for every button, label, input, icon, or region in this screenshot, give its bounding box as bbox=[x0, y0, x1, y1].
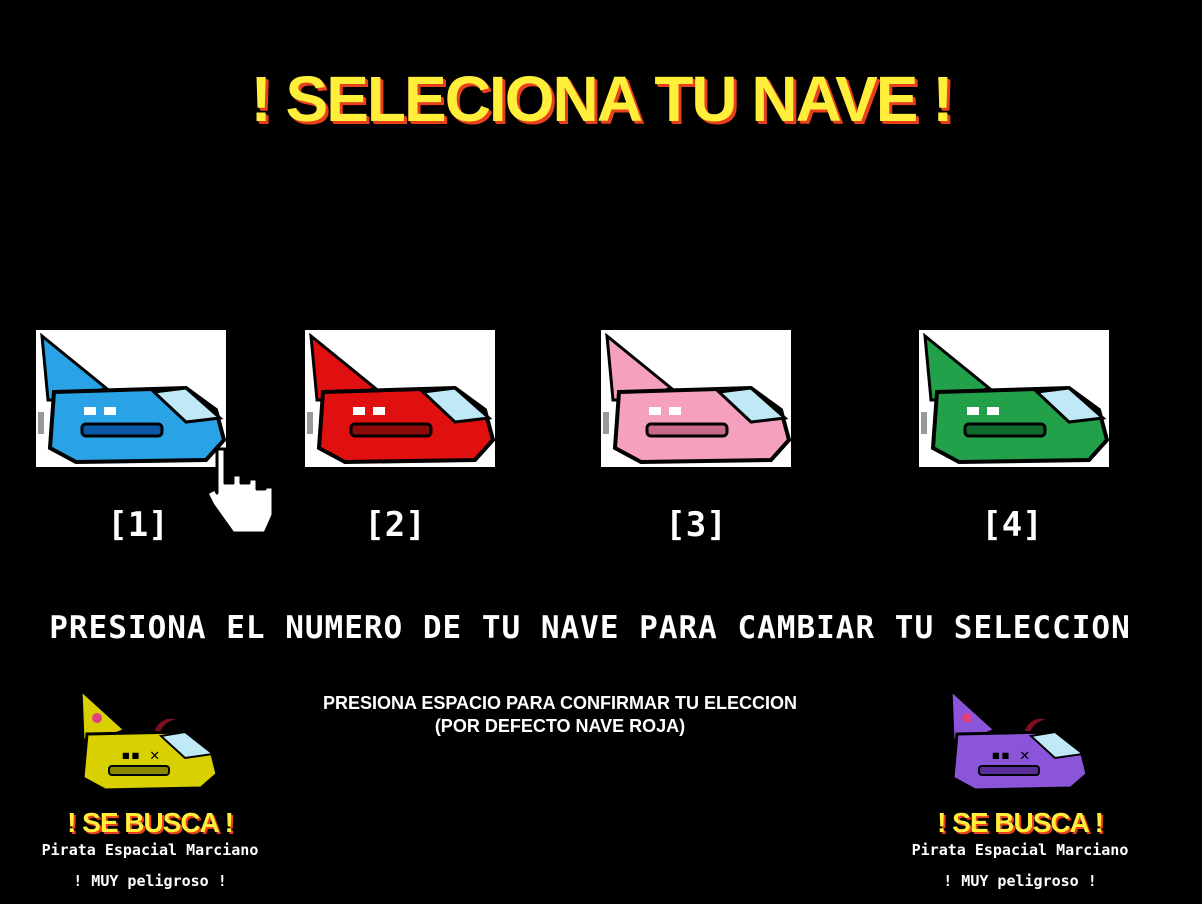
ship-sprite-3 bbox=[603, 332, 791, 465]
svg-text:▪▪ ✕: ▪▪ ✕ bbox=[121, 745, 160, 764]
confirm-instruction: PRESIONA ESPACIO PARA CONFIRMAR TU ELECC… bbox=[260, 692, 860, 738]
ship-number-1: [1] bbox=[107, 505, 169, 545]
wanted-subtitle-left: Pirata Espacial Marciano bbox=[41, 841, 259, 859]
wanted-poster-left: ▪▪ ✕ ! SE BUSCA ! Pirata Espacial Marcia… bbox=[30, 688, 270, 890]
confirm-line-1: PRESIONA ESPACIO PARA CONFIRMAR TU ELECC… bbox=[322, 693, 798, 713]
ship-option-2[interactable] bbox=[305, 330, 495, 467]
wanted-warning-right: ! MUY peligroso ! bbox=[943, 872, 1097, 890]
ship-option-4[interactable] bbox=[919, 330, 1109, 467]
ship-sprite-4 bbox=[921, 332, 1109, 465]
ship-option-1[interactable] bbox=[36, 330, 226, 467]
wanted-warning-left: ! MUY peligroso ! bbox=[73, 872, 227, 890]
page-title: ! SELECIONA TU NAVE ! bbox=[250, 63, 953, 135]
ship-sprite-2 bbox=[307, 332, 495, 465]
wanted-poster-right: ▪▪ ✕ ! SE BUSCA ! Pirata Espacial Marcia… bbox=[900, 688, 1140, 890]
confirm-line-2: (POR DEFECTO NAVE ROJA) bbox=[434, 716, 686, 736]
ship-number-2: [2] bbox=[364, 505, 426, 545]
wanted-subtitle-right: Pirata Espacial Marciano bbox=[911, 841, 1129, 859]
wanted-title-left: ! SE BUSCA ! bbox=[67, 807, 234, 838]
ship-number-3: [3] bbox=[665, 505, 727, 545]
pirate-ship-purple-icon: ▪▪ ✕ bbox=[949, 688, 1089, 792]
wanted-title-right: ! SE BUSCA ! bbox=[937, 807, 1104, 838]
change-selection-instruction: PRESIONA EL NUMERO DE TU NAVE PARA CAMBI… bbox=[49, 610, 1131, 646]
svg-text:▪▪ ✕: ▪▪ ✕ bbox=[991, 745, 1030, 764]
pirate-ship-yellow-icon: ▪▪ ✕ bbox=[79, 688, 219, 792]
ship-number-4: [4] bbox=[981, 505, 1043, 545]
ship-option-3[interactable] bbox=[601, 330, 791, 467]
hand-pointer-cursor-icon bbox=[205, 447, 275, 535]
ship-sprite-1 bbox=[38, 332, 226, 465]
